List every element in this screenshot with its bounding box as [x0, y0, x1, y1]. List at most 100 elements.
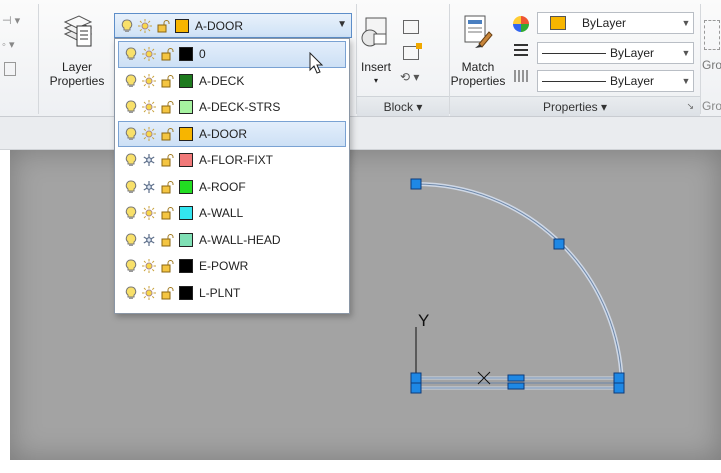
- layer-thaw-sun-icon: [142, 126, 156, 141]
- insert-dropdown-icon[interactable]: ▾: [374, 74, 378, 88]
- door-swing-arc-outer[interactable]: [415, 182, 624, 389]
- layer-row[interactable]: A-DECK-STRS: [118, 94, 346, 121]
- layer-state-icons[interactable]: [125, 47, 175, 62]
- color-wheel-icon: [513, 16, 529, 32]
- door-drawing[interactable]: Y: [0, 117, 721, 473]
- block-panel-title[interactable]: Block ▾: [357, 96, 449, 116]
- layer-properties-label-2: Properties: [49, 74, 105, 88]
- layer-frozen-snowflake-icon: [143, 154, 155, 167]
- layer-state-icons[interactable]: [125, 206, 175, 221]
- layer-unlock-icon: [161, 180, 174, 194]
- grip-door-mid-bottom[interactable]: [507, 382, 525, 390]
- layer-row[interactable]: A-DOOR: [118, 120, 346, 147]
- partial-tool-icon-2[interactable]: ◦ ▾: [2, 38, 14, 51]
- ribbon: ⊣ ▾ ◦ ▾ Layer Properties Insert ▾ ⟲ ▾ Bl…: [0, 0, 721, 117]
- layer-color-swatch[interactable]: [179, 73, 193, 88]
- layer-state-icons[interactable]: [125, 233, 175, 247]
- partial-tools-left: ⊣ ▾ ◦ ▾: [0, 10, 40, 90]
- layer-unlock-icon: [161, 48, 174, 61]
- layer-thaw-sun-icon: [142, 259, 156, 274]
- layer-color-swatch[interactable]: [179, 179, 193, 194]
- layer-state-icons[interactable]: [125, 73, 175, 88]
- layer-combo[interactable]: A-DOOR ▼: [114, 13, 352, 38]
- layer-state-icons[interactable]: [125, 100, 175, 115]
- layer-color-swatch[interactable]: [179, 153, 193, 168]
- properties-panel-title[interactable]: Properties ▾ ↘: [450, 96, 700, 116]
- dropdown-arrow-icon[interactable]: ▼: [337, 19, 347, 30]
- layer-row[interactable]: A-FLOR-FIXT: [118, 147, 346, 174]
- layer-color-swatch[interactable]: [179, 285, 193, 300]
- linetype-combo[interactable]: ByLayer ▼: [537, 42, 694, 64]
- layer-name: A-DECK: [199, 73, 245, 88]
- drawing-area[interactable]: Y: [0, 117, 721, 473]
- lineweight-icon: [514, 70, 528, 82]
- layer-color-swatch[interactable]: [179, 47, 193, 62]
- layer-unlock-icon: [161, 207, 174, 220]
- edit-block-icon[interactable]: [403, 43, 422, 60]
- layer-row[interactable]: A-WALL-HEAD: [118, 227, 346, 254]
- layer-row[interactable]: L-PLNT: [118, 280, 346, 307]
- door-swing-arc-inner[interactable]: [415, 183, 623, 389]
- group-panel-title[interactable]: Gro: [702, 99, 721, 113]
- linetype-sample-line: [542, 52, 606, 54]
- layer-thaw-sun-icon: [142, 73, 156, 88]
- layer-properties-icon: [63, 15, 93, 47]
- layer-dropdown-list: 0 A-DECK A-DECK-STRS A-DOOR A-FLOR-FIXT A-ROO…: [114, 38, 350, 314]
- layer-unlock-icon: [161, 74, 174, 88]
- layer-color-swatch[interactable]: [179, 259, 193, 274]
- chevron-down-icon[interactable]: ▼: [679, 13, 693, 33]
- lineweight-combo[interactable]: ByLayer ▼: [537, 70, 694, 92]
- layer-color-swatch[interactable]: [179, 100, 193, 115]
- layer-row[interactable]: A-WALL: [118, 200, 346, 227]
- grip-door-mid-top[interactable]: [507, 374, 525, 382]
- group-icon[interactable]: [704, 20, 720, 50]
- layer-row[interactable]: E-POWR: [118, 253, 346, 280]
- layer-name: A-WALL-HEAD: [199, 232, 281, 247]
- color-combo[interactable]: ByLayer ▼: [537, 12, 694, 34]
- lineweight-sample-line: [542, 80, 606, 82]
- layer-name: A-FLOR-FIXT: [199, 153, 273, 168]
- grip-arc-start[interactable]: [410, 178, 422, 190]
- grip-door-right-bottom[interactable]: [613, 382, 625, 394]
- insert-label: Insert: [360, 60, 391, 74]
- layer-unlock-icon: [161, 260, 174, 273]
- layer-on-icon: [125, 206, 137, 220]
- layer-color-swatch[interactable]: [179, 206, 193, 221]
- layer-color-swatch[interactable]: [179, 232, 193, 247]
- layer-unlock-icon: [161, 286, 174, 300]
- layer-on-icon: [125, 259, 137, 273]
- layer-state-icons[interactable]: [125, 259, 175, 274]
- layer-state-icons[interactable]: [125, 153, 175, 167]
- layer-name: L-PLNT: [199, 285, 241, 300]
- panel-dialog-launcher-icon[interactable]: ↘: [686, 101, 694, 112]
- insert-block-icon: [361, 17, 387, 47]
- lineweight-value: ByLayer: [610, 74, 655, 88]
- ucs-y-label: Y: [418, 311, 429, 330]
- block-attribute-icon[interactable]: ⟲ ▾: [400, 70, 419, 84]
- grip-door-left-top[interactable]: [410, 372, 422, 384]
- layer-thaw-sun-icon: [138, 18, 152, 33]
- match-properties-button[interactable]: Match Properties: [450, 14, 506, 88]
- match-properties-label-1: Match: [461, 60, 495, 74]
- linetype-icon: [514, 44, 528, 56]
- layer-color-swatch[interactable]: [179, 126, 193, 141]
- layer-state-icons[interactable]: [125, 285, 175, 300]
- insert-button[interactable]: Insert ▾: [358, 14, 394, 88]
- partial-tool-icon-3[interactable]: [4, 62, 16, 76]
- chevron-down-icon[interactable]: ▼: [679, 43, 693, 63]
- create-block-icon[interactable]: [403, 20, 419, 34]
- layer-state-icons[interactable]: [125, 126, 175, 141]
- layer-state-icons[interactable]: [125, 180, 175, 194]
- layer-name: A-WALL: [199, 206, 244, 221]
- grip-door-right-top[interactable]: [613, 372, 625, 384]
- grip-arc-mid[interactable]: [553, 238, 565, 250]
- grip-door-left-bottom[interactable]: [410, 382, 422, 394]
- layer-on-icon: [125, 180, 137, 193]
- layer-row[interactable]: A-ROOF: [118, 174, 346, 201]
- layer-properties-button[interactable]: Layer Properties: [44, 12, 110, 88]
- partial-tool-icon-1[interactable]: ⊣ ▾: [2, 14, 20, 27]
- layer-name: A-DECK-STRS: [199, 100, 281, 115]
- group-label: Gro: [702, 58, 721, 72]
- chevron-down-icon[interactable]: ▼: [679, 71, 693, 91]
- layer-unlock-icon: [161, 154, 174, 167]
